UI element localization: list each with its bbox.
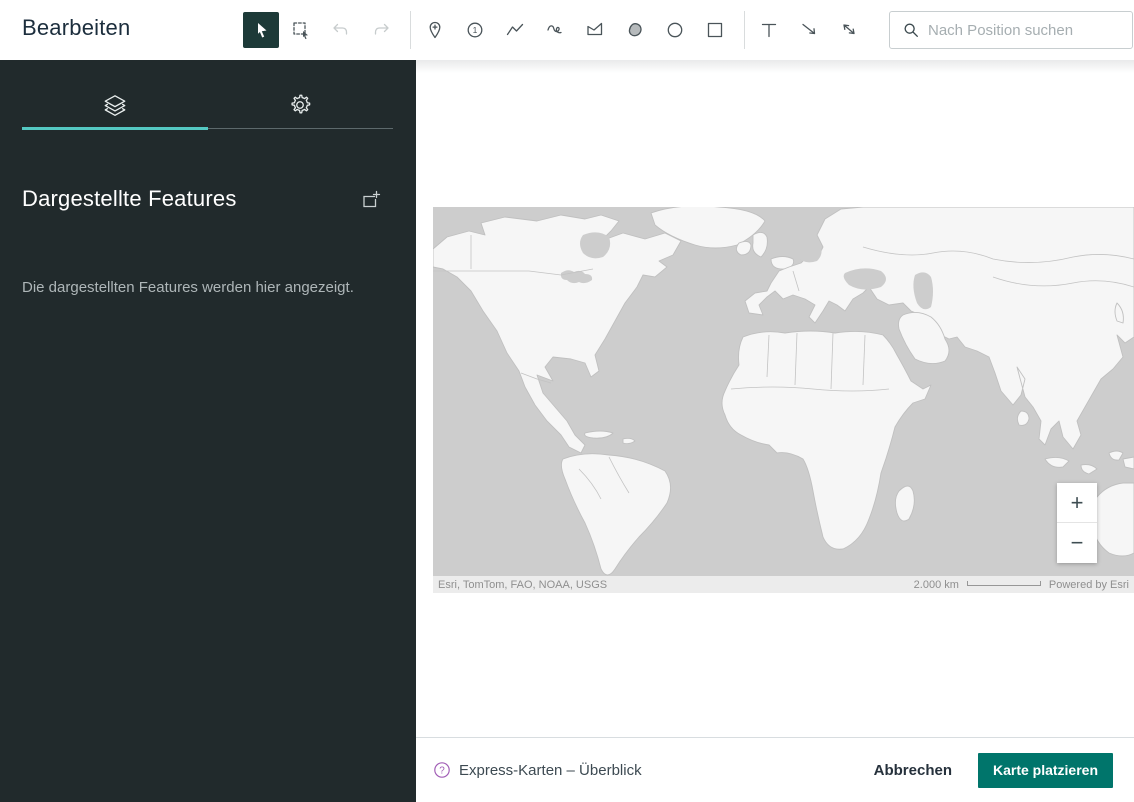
- pin-plus-icon: [425, 20, 445, 40]
- toolbar-divider: [410, 11, 411, 49]
- add-feature-button[interactable]: [360, 189, 381, 210]
- map-attribution-bar: Esri, TomTom, FAO, NOAA, USGS 2.000 km P…: [433, 576, 1134, 593]
- action-bar: ? Express-Karten – Überblick Abbrechen K…: [416, 737, 1134, 802]
- undo-icon: [331, 20, 351, 40]
- freehand-line-tool-button[interactable]: [537, 12, 573, 48]
- rectangle-tool-button[interactable]: [697, 12, 733, 48]
- polyline-icon: [505, 20, 525, 40]
- search-icon: [902, 21, 920, 39]
- sidebar-panel: Dargestellte Features Die dargestellten …: [0, 60, 416, 802]
- arrow-tool-button[interactable]: [791, 12, 827, 48]
- arrow-icon: [799, 20, 819, 40]
- circle-icon: [665, 20, 685, 40]
- scale-label: 2.000 km: [914, 579, 959, 591]
- help-link[interactable]: ? Express-Karten – Überblick: [433, 761, 642, 779]
- toolbar-divider: [744, 11, 745, 49]
- toolbar-tools: 1: [243, 0, 1133, 60]
- redo-icon: [371, 20, 391, 40]
- map-attribution: Esri, TomTom, FAO, NOAA, USGS: [438, 579, 607, 591]
- search-input[interactable]: [928, 12, 1132, 48]
- text-tool-button[interactable]: [751, 12, 787, 48]
- zoom-in-button[interactable]: +: [1057, 483, 1097, 523]
- freehand-polygon-tool-button[interactable]: [617, 12, 653, 48]
- zoom-controls: + −: [1057, 483, 1097, 563]
- panel-title: Dargestellte Features: [22, 186, 237, 212]
- question-circle-icon: ?: [433, 761, 451, 779]
- sidebar-tabs: [22, 92, 393, 129]
- polygon-icon: [585, 20, 605, 40]
- line-tool-button[interactable]: [497, 12, 533, 48]
- search-box[interactable]: [889, 11, 1133, 49]
- tab-layers[interactable]: [22, 92, 208, 129]
- layers-icon: [102, 92, 128, 118]
- add-feature-icon: [360, 189, 381, 210]
- text-icon: [759, 20, 779, 40]
- page-title: Bearbeiten: [22, 15, 130, 41]
- scale-bar: [967, 581, 1041, 586]
- empty-message: Die dargestellten Features werden hier a…: [22, 279, 354, 296]
- cancel-button[interactable]: Abbrechen: [874, 762, 952, 779]
- place-map-button[interactable]: Karte platzieren: [978, 753, 1113, 788]
- panel-header: Dargestellte Features: [22, 186, 393, 212]
- world-map: [433, 207, 1134, 593]
- marquee-select-tool-button[interactable]: [283, 12, 319, 48]
- gear-icon: [287, 92, 313, 118]
- numbered-point-tool-button[interactable]: 1: [457, 12, 493, 48]
- main-content: + − Esri, TomTom, FAO, NOAA, USGS 2.000 …: [416, 60, 1134, 802]
- svg-text:?: ?: [439, 766, 445, 777]
- double-arrow-tool-button[interactable]: [831, 12, 867, 48]
- circled-number-icon: 1: [465, 20, 485, 40]
- polygon-tool-button[interactable]: [577, 12, 613, 48]
- action-buttons: Abbrechen Karte platzieren: [874, 753, 1113, 788]
- undo-button[interactable]: [323, 12, 359, 48]
- pointer-tool-button[interactable]: [243, 12, 279, 48]
- circle-tool-button[interactable]: [657, 12, 693, 48]
- top-toolbar: Bearbeiten: [0, 0, 1134, 60]
- svg-text:1: 1: [473, 25, 478, 35]
- header-shadow: [416, 60, 1134, 73]
- powered-by: Powered by Esri: [1049, 579, 1129, 591]
- tab-settings[interactable]: [208, 92, 394, 129]
- square-icon: [705, 20, 725, 40]
- help-label: Express-Karten – Überblick: [459, 762, 642, 779]
- map-canvas[interactable]: + − Esri, TomTom, FAO, NOAA, USGS 2.000 …: [433, 207, 1134, 593]
- redo-button[interactable]: [363, 12, 399, 48]
- double-arrow-icon: [839, 20, 859, 40]
- point-tool-button[interactable]: [417, 12, 453, 48]
- zoom-out-button[interactable]: −: [1057, 523, 1097, 563]
- squiggle-icon: [545, 20, 565, 40]
- marquee-select-icon: [291, 20, 311, 40]
- cursor-icon: [251, 20, 271, 40]
- blob-icon: [625, 20, 645, 40]
